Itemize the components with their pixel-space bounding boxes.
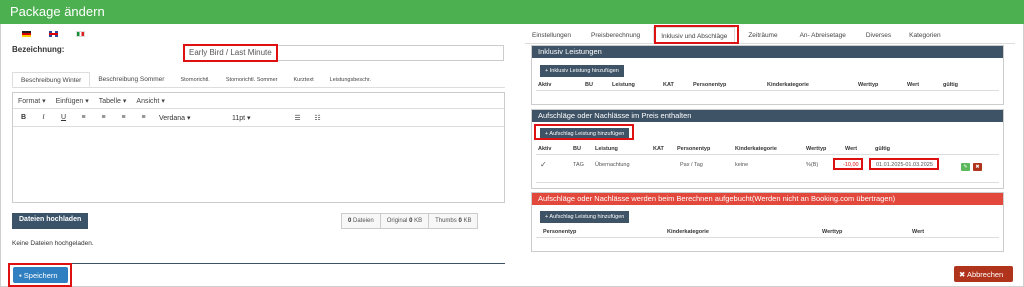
- panel-aufschlaege-enthalten: Aufschläge oder Nachlässe im Preis entha…: [531, 109, 1004, 189]
- panel-inklusiv-leistungen: Inklusiv Leistungen + Inklusiv Leistung …: [531, 45, 1004, 105]
- panel-title: Inklusiv Leistungen: [532, 46, 1003, 58]
- tab-einstellungen[interactable]: Einstellungen: [525, 27, 578, 43]
- editor-menubar: Format ▾ Einfügen ▾ Tabelle ▾ Ansicht ▾: [13, 93, 504, 109]
- divider: [12, 263, 505, 264]
- table-header: Aktiv BU Leistung KAT Personentyp Kinder…: [536, 143, 999, 155]
- tab-stornorichtl-sommer[interactable]: Stornorichtl. Sommer: [218, 72, 286, 87]
- settings-tabs: Einstellungen Preisberechnung Inklusiv u…: [525, 27, 1015, 44]
- align-center-icon[interactable]: ≡: [99, 114, 108, 121]
- flag-it-icon[interactable]: [76, 31, 85, 37]
- align-left-icon[interactable]: ≡: [79, 114, 88, 121]
- no-files-text: Keine Dateien hochgeladen.: [12, 240, 94, 247]
- tab-stornorichtl[interactable]: Stornorichtl.: [172, 72, 217, 87]
- tab-beschreibung-winter[interactable]: Beschreibung Winter: [12, 72, 91, 87]
- numbered-list-icon[interactable]: ☷: [313, 114, 322, 122]
- thumbs-size: Thumbs 0 KB: [428, 213, 479, 229]
- tab-kurztext[interactable]: Kurztext: [285, 72, 321, 87]
- panel-aufschlaege-aufgebucht: Aufschläge oder Nachlässe werden beim Be…: [531, 192, 1004, 252]
- tab-leistungsbeschr[interactable]: Leistungsbeschr.: [322, 72, 379, 87]
- bezeichnung-input[interactable]: Early Bird / Last Minute: [184, 45, 504, 61]
- edit-icon[interactable]: ✎: [961, 163, 970, 171]
- editor-toolbar: B I U ≡ ≡ ≡ ≡ Verdana ▾ 11pt ▾ ☰ ☷: [13, 109, 504, 127]
- delete-icon[interactable]: ✖: [973, 163, 982, 171]
- wert-value[interactable]: -10,00: [843, 162, 859, 168]
- divider: [536, 182, 999, 183]
- tab-beschreibung-sommer[interactable]: Beschreibung Sommer: [90, 72, 172, 87]
- upload-counts: 0 Dateien Original 0 KB Thumbs 0 KB: [341, 213, 479, 229]
- upload-bar: Dateien hochladen 0 Dateien Original 0 K…: [12, 213, 505, 229]
- save-icon: ▪: [19, 271, 22, 280]
- save-button[interactable]: ▪ Speichern: [13, 267, 68, 283]
- menu-ansicht[interactable]: Ansicht ▾: [136, 97, 164, 105]
- table-header: Personentyp Kinderkategorie Werttyp Wert: [536, 226, 999, 238]
- menu-einfuegen[interactable]: Einfügen ▾: [56, 97, 89, 105]
- font-family-select[interactable]: Verdana ▾: [159, 114, 221, 122]
- tab-an-abreisetage[interactable]: An- Abreisetage: [793, 27, 853, 43]
- original-size: Original 0 KB: [379, 213, 430, 229]
- language-flags: [22, 31, 85, 37]
- check-icon: ✓: [540, 160, 547, 169]
- font-size-select[interactable]: 11pt ▾: [232, 114, 282, 122]
- gueltig-value[interactable]: 01.01.2025-01.03.2025: [876, 162, 933, 168]
- underline-button[interactable]: U: [59, 114, 68, 121]
- align-justify-icon[interactable]: ≡: [139, 114, 148, 121]
- description-tabs: Beschreibung Winter Beschreibung Sommer …: [12, 72, 505, 88]
- bullet-list-icon[interactable]: ☰: [293, 114, 302, 122]
- tab-zeitraeume[interactable]: Zeiträume: [741, 27, 784, 43]
- panel-title: Aufschläge oder Nachlässe werden beim Be…: [532, 193, 1003, 205]
- bezeichnung-label: Bezeichnung:: [12, 45, 65, 54]
- italic-button[interactable]: I: [39, 114, 48, 121]
- tab-diverses[interactable]: Diverses: [859, 27, 898, 43]
- tab-inklusiv-abschlaege[interactable]: Inklusiv und Abschläge: [653, 27, 736, 43]
- rich-text-editor: Format ▾ Einfügen ▾ Tabelle ▾ Ansicht ▾ …: [12, 92, 505, 203]
- cancel-button[interactable]: ✖ Abbrechen: [954, 266, 1013, 282]
- dialog-title: Package ändern: [0, 0, 1024, 24]
- add-aufschlag-button[interactable]: + Aufschlag Leistung hinzufügen: [540, 128, 630, 140]
- flag-de-icon[interactable]: [22, 31, 31, 37]
- menu-tabelle[interactable]: Tabelle ▾: [99, 97, 127, 105]
- add-aufschlag-berechnen-button[interactable]: + Aufschlag Leistung hinzufügen: [540, 211, 630, 223]
- table-row: ✓ TAG Übernachtung Pax / Tag keine %(B) …: [540, 160, 933, 169]
- tab-kategorien[interactable]: Kategorien: [902, 27, 947, 43]
- align-right-icon[interactable]: ≡: [119, 114, 128, 121]
- menu-format[interactable]: Format ▾: [18, 97, 46, 105]
- flag-gb-icon[interactable]: [49, 31, 58, 37]
- tab-preisberechnung[interactable]: Preisberechnung: [584, 27, 647, 43]
- panel-title: Aufschläge oder Nachlässe im Preis entha…: [532, 110, 1003, 122]
- add-inklusiv-button[interactable]: + Inklusiv Leistung hinzufügen: [540, 65, 624, 77]
- files-count: 0 Dateien: [341, 213, 381, 229]
- bold-button[interactable]: B: [19, 114, 28, 121]
- upload-button[interactable]: Dateien hochladen: [12, 213, 89, 229]
- table-header: Aktiv BU Leistung KAT Personentyp Kinder…: [536, 79, 999, 91]
